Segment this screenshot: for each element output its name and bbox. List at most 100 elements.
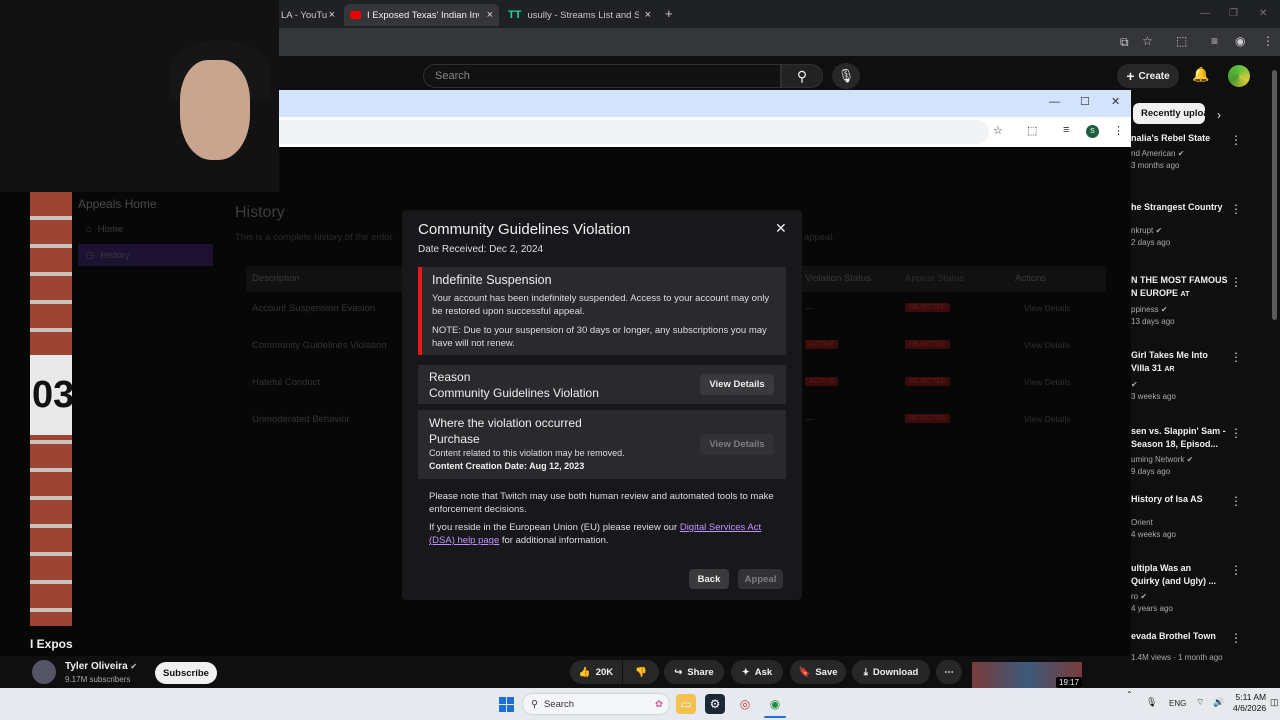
thumbs-up-icon: 👍 [578,666,591,678]
minimize-icon[interactable]: — [1200,8,1210,19]
create-button[interactable]: + Create [1117,64,1179,88]
profile-icon[interactable]: ◉ [1235,34,1245,48]
recommendation-item[interactable]: nalia's Rebel State nd American ✔ 3 mont… [1131,132,1229,172]
rec-meta: 3 months ago [1131,161,1180,170]
browser-tab[interactable]: TT usully - Streams List and Statistics … [502,4,657,26]
language-indicator[interactable]: ENG [1169,699,1186,708]
popup-menu-kebab-icon[interactable]: ⋮ [1113,124,1124,137]
rec-lang-tag: AT [1180,291,1190,298]
share-label: Share [687,666,714,678]
recommendation-item[interactable]: ultipla Was an Quirky (and Ugly) ... ro … [1131,562,1229,615]
chip-recently-uploaded[interactable]: Recently uploaded [1133,103,1205,124]
row-description: Community Guidelines Violation [252,340,387,351]
taskbar-clock[interactable]: 5:11 AM 4/6/2026 [1233,692,1266,714]
reason-label: Reason [429,370,471,384]
recommendation-item[interactable]: he Strangest Country nkrupt ✔ 2 days ago [1131,201,1229,249]
bookmark-star-icon[interactable]: ☆ [993,124,1003,137]
recommendation-item[interactable]: evada Brothel Town 1.4M views · 1 month … [1131,630,1229,664]
tab-label: LA - YouTu [281,9,328,21]
save-button[interactable]: 🔖 Save [790,660,846,684]
wifi-icon[interactable]: ⌔ [1196,697,1204,708]
sparkle-icon: ✦ [741,666,750,678]
sidebar-item-history[interactable]: ◷ History [78,244,213,266]
rec-menu-kebab-icon[interactable]: ⋮ [1230,494,1242,508]
close-window-icon[interactable]: ✕ [1259,8,1267,19]
row-view-details-link[interactable]: View Details [1024,414,1071,424]
back-button[interactable]: Back [689,569,729,589]
tab-close-icon[interactable]: × [329,9,335,21]
webcam-person-face [180,60,250,160]
windows-start-icon[interactable] [499,697,514,712]
extensions-icon[interactable]: ⬚ [1176,34,1187,48]
view-details-button-disabled[interactable]: View Details [700,434,774,455]
popup-close-icon[interactable]: ✕ [1111,95,1120,108]
tab-close-icon[interactable]: × [487,9,493,21]
column-header: Actions [1015,273,1047,284]
chrome-canary-icon[interactable]: ◎ [735,694,755,714]
cast-icon[interactable]: ⧉ [1120,35,1129,50]
recommendation-item[interactable]: Girl Takes Me Into Villa 31 AR ✔ 3 weeks… [1131,349,1229,403]
recommendation-item[interactable]: N THE MOST FAMOUS N EUROPE AT ppiness ✔ … [1131,274,1229,328]
popup-url-field[interactable] [279,120,989,144]
rec-menu-kebab-icon[interactable]: ⋮ [1230,133,1242,147]
media-queue-icon[interactable]: ≡ [1063,124,1069,136]
extensions-icon[interactable]: ⬚ [1027,124,1037,137]
popup-maximize-icon[interactable]: ☐ [1080,95,1090,108]
rec-menu-kebab-icon[interactable]: ⋮ [1230,426,1242,440]
recommendation-item[interactable]: History of Isa AS Orient 4 weeks ago [1131,493,1229,541]
more-actions-button[interactable]: ⋯ [936,660,962,684]
appeal-button[interactable]: Appeal [738,569,783,589]
rec-menu-kebab-icon[interactable]: ⋮ [1230,631,1242,645]
voice-search-button[interactable]: 🎙 [832,63,860,89]
row-view-details-link[interactable]: View Details [1024,377,1071,387]
download-button[interactable]: ⤓ Download [852,660,930,684]
reason-card: Reason Community Guidelines Violation Vi… [418,365,786,404]
sidebar-item-home[interactable]: ⌂ Home [78,218,213,240]
bookmark-star-icon[interactable]: ☆ [1142,34,1153,48]
notifications-bell-icon[interactable]: 🔔 [1192,66,1209,83]
row-violation-status: — [805,303,814,313]
rec-menu-kebab-icon[interactable]: ⋮ [1230,202,1242,216]
taskbar-search-input[interactable]: ⚲ Search ✿ [522,693,670,715]
channel-avatar[interactable] [32,660,56,684]
rec-menu-kebab-icon[interactable]: ⋮ [1230,563,1242,577]
recommendation-item[interactable]: sen vs. Slappin' Sam - Season 18, Episod… [1131,425,1229,478]
volume-icon[interactable]: 🔊 [1213,697,1224,708]
reason-value: Community Guidelines Violation [429,386,599,400]
share-button[interactable]: ↪ Share [664,660,724,684]
verified-icon: ✔ [1140,592,1148,601]
chrome-icon[interactable]: ◉ [765,694,785,714]
account-avatar[interactable] [1228,65,1250,87]
modal-close-icon[interactable]: ✕ [775,220,787,237]
create-label: Create [1138,70,1170,82]
file-explorer-icon[interactable]: ▭ [676,694,696,714]
dislike-button[interactable]: 👎 [623,660,659,684]
microphone-icon[interactable]: 🎙 [1146,697,1157,708]
subscribe-button[interactable]: Subscribe [155,662,217,684]
profile-avatar-icon[interactable]: S [1086,125,1099,138]
menu-kebab-icon[interactable]: ⋮ [1262,34,1274,48]
row-view-details-link[interactable]: View Details [1024,303,1071,313]
media-queue-icon[interactable]: ≡ [1211,34,1218,48]
row-violation-status: ACTIVE [805,340,839,349]
page-scrollbar[interactable] [1272,70,1277,320]
popup-minimize-icon[interactable]: — [1049,96,1060,108]
steam-icon[interactable]: ⚙ [705,694,725,714]
rec-menu-kebab-icon[interactable]: ⋮ [1230,350,1242,364]
chevron-right-icon[interactable]: › [1217,108,1221,122]
view-details-button[interactable]: View Details [700,374,774,395]
youtube-search-input[interactable]: Search [423,64,781,88]
rec-menu-kebab-icon[interactable]: ⋮ [1230,275,1242,289]
row-view-details-link[interactable]: View Details [1024,340,1071,350]
notifications-icon[interactable]: ◫ [1270,697,1279,708]
search-button[interactable]: ⚲ [781,64,823,88]
browser-tab[interactable]: LA - YouTu × [275,4,341,26]
ask-button[interactable]: ✦ Ask [731,660,783,684]
like-button[interactable]: 👍 20K [570,660,622,684]
browser-tab-active[interactable]: I Exposed Texas' Indian Invasion × [344,4,499,26]
tray-overflow-icon[interactable]: ⌃ [1126,690,1133,699]
tab-close-icon[interactable]: × [645,9,651,21]
maximize-icon[interactable]: ❐ [1229,8,1238,19]
new-tab-button[interactable]: + [665,6,673,21]
channel-name[interactable]: Tyler Oliveira ✔ [65,661,137,672]
